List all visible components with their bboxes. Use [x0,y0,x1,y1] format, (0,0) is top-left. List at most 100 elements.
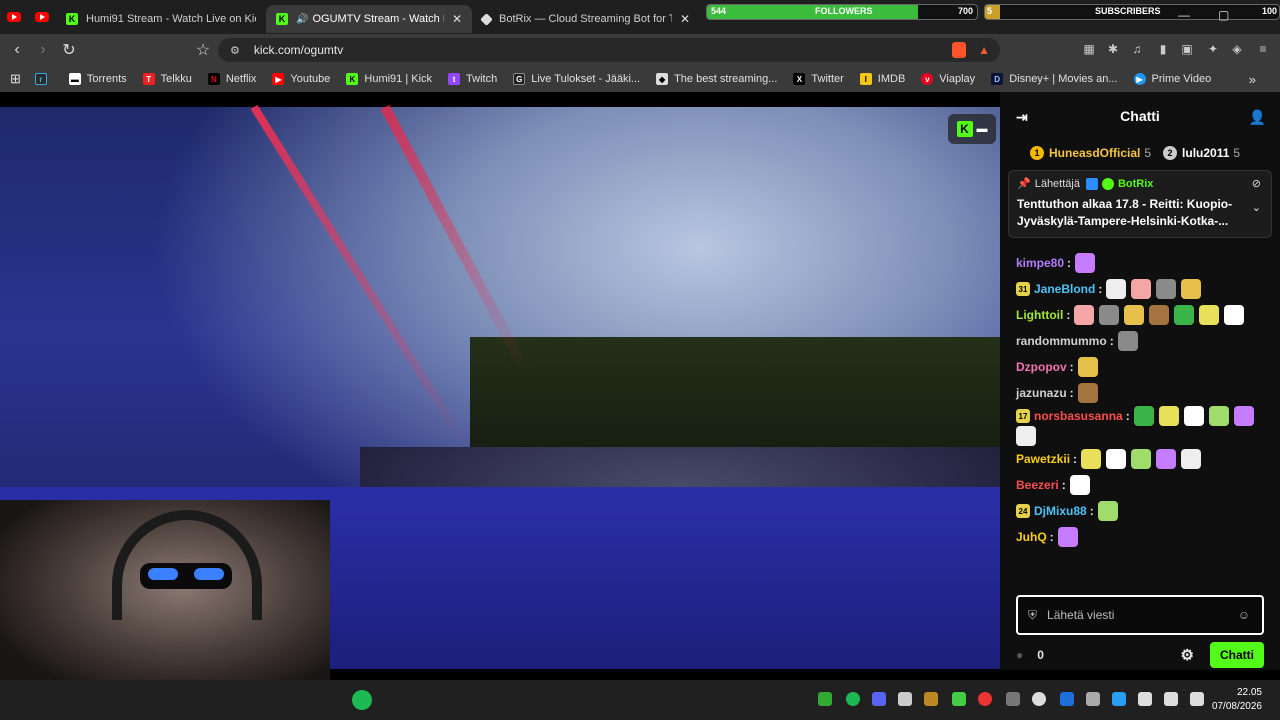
tray-app-icon[interactable] [978,692,992,706]
verified-badge-icon [1101,177,1114,190]
send-chat-button[interactable]: Chatti [1210,642,1264,668]
bookmark-icon[interactable]: ☆ [190,40,216,60]
tray-app-icon[interactable] [1086,692,1100,706]
chat-username[interactable]: Beezeri [1016,478,1059,492]
tab-botrix[interactable]: BotRix — Cloud Streaming Bot for Tw ✕ [472,5,700,33]
chat-emote [1074,305,1095,325]
chat-message: 17 norsbasusanna: [1016,406,1272,446]
tray-discord-icon[interactable] [872,692,886,706]
tab-ogumtv[interactable]: K 🔊 OGUMTV Stream - Watch Live ✕ [266,5,472,33]
menu-icon[interactable]: ≡ [1256,42,1270,56]
more-bookmarks-icon[interactable]: » [1249,72,1256,87]
microphone-icon[interactable] [1138,692,1152,706]
bookmark-live-tulokset[interactable]: G Live Tulokset - Jääki... [513,73,640,85]
apps-icon[interactable]: ⊞ [10,71,21,87]
site-info-icon[interactable]: ⚙ [230,44,240,57]
bookmark-humi91[interactable]: K Humi91 | Kick [346,73,432,85]
emoji-icon[interactable]: ☺ [1238,608,1250,622]
expand-pin-icon[interactable]: ⌄ [1252,201,1261,214]
prime-video-icon: ▶ [1133,73,1146,85]
hide-pin-icon[interactable]: ⊘ [1252,177,1261,190]
users-icon[interactable]: 👤 [1249,109,1266,126]
collapse-chat-icon[interactable]: ⇥ [1016,109,1028,126]
tray-cloud-icon[interactable] [898,692,912,706]
brave-shield-icon[interactable] [952,42,966,58]
bookmark-viaplay[interactable]: v Viaplay [921,73,975,85]
chat-colon: : [1125,409,1130,423]
forward-icon[interactable]: › [30,41,56,59]
reload-icon[interactable]: ↻ [56,40,82,60]
subscribers-label: SUBSCRIBERS [1095,6,1161,16]
bookmark-streaming[interactable]: ◆ The best streaming... [656,73,777,85]
system-clock[interactable]: 22.05 07/08/2026 [1212,686,1262,714]
tray-app-icon[interactable] [1006,692,1020,706]
url-text[interactable]: kick.com/ogumtv [254,43,343,57]
battery-icon[interactable] [1190,692,1204,706]
bluetooth-icon[interactable] [1060,692,1074,706]
leo-icon[interactable]: ✦ [1206,42,1220,56]
bookmark-prime-video[interactable]: ▶ Prime Video [1133,73,1211,85]
viaplay-icon: v [921,73,934,85]
sidebar-icon[interactable]: ▮ [1156,42,1170,56]
tray-app-icon[interactable] [818,692,832,706]
pin-icon: 📌 [1017,178,1031,190]
chat-message: 31 JaneBlond: [1016,276,1272,302]
volume-icon[interactable] [1164,692,1178,706]
bookmark-telkku[interactable]: T Telkku [142,73,192,85]
chat-username[interactable]: Dzpopov [1016,360,1067,374]
bookmark-torrents[interactable]: ▬ Torrents [68,73,127,85]
close-tab-icon[interactable]: ✕ [680,12,690,26]
vpn-icon[interactable]: ◈ [1230,42,1244,56]
chat-username[interactable]: kimpe80 [1016,256,1064,270]
tray-play-icon[interactable] [952,692,966,706]
chat-username[interactable]: Pawetzkii [1016,452,1070,466]
bookmark-icon-only[interactable]: r [34,73,53,85]
kick-icon: K [66,13,78,25]
tray-app-icon[interactable] [1032,692,1046,706]
leader-2[interactable]: 2 lulu2011 5 [1163,146,1240,160]
pinned-message[interactable]: 📌 Lähettäjä BotRix ⊘ Tenttuthon alkaa 17… [1008,170,1272,238]
tray-spotify-icon[interactable] [846,692,860,706]
chat-emote [1233,406,1254,426]
bookmark-twitch[interactable]: t Twitch [448,73,497,85]
close-tab-icon[interactable]: ✕ [452,12,462,26]
telkku-icon: T [142,73,155,85]
pinned-tab-youtube-1[interactable] [0,0,28,34]
bookmark-disney[interactable]: D Disney+ | Movies an... [991,73,1118,85]
subscribers-current: 5 [987,6,993,16]
chat-emote [1149,305,1170,325]
extension-icon[interactable]: ▦ [1082,42,1096,56]
moderator-badge-icon [1085,177,1098,190]
clock-date: 07/08/2026 [1211,701,1262,712]
chat-username[interactable]: JaneBlond [1034,282,1095,296]
chat-username[interactable]: JuhQ [1016,530,1047,544]
spotify-icon[interactable] [352,690,372,710]
bookmark-imdb[interactable]: I IMDB [859,73,905,85]
wallet-icon[interactable]: ▣ [1180,42,1194,56]
chat-message: Dzpopov: [1016,354,1272,380]
tray-app-icon[interactable] [1112,692,1126,706]
chat-username[interactable]: DjMixu88 [1034,504,1087,518]
bookmark-twitter[interactable]: X Twitter [793,73,844,85]
kick-logo-icon: K ▬ [948,114,996,144]
tab-humi91[interactable]: K Humi91 Stream - Watch Live on Kick [56,5,266,33]
music-icon[interactable]: ♫ [1130,42,1144,56]
bookmark-label: Viaplay [939,73,976,85]
puzzle-icon[interactable]: ✱ [1106,42,1120,56]
minimize-icon[interactable]: — [1178,8,1190,22]
tray-app-icon[interactable] [924,692,938,706]
back-icon[interactable]: ‹ [4,41,30,59]
url-bar[interactable]: ⚙ kick.com/ogumtv ▲ [218,38,1000,62]
pinned-tab-youtube-2[interactable] [28,0,56,34]
chat-username[interactable]: randommummo [1016,334,1107,348]
rewards-icon[interactable]: ▲ [978,43,990,57]
bookmark-netflix[interactable]: N Netflix [207,73,256,85]
bookmark-youtube[interactable]: ▶ Youtube [272,73,330,85]
chat-username[interactable]: Lighttoil [1016,308,1063,322]
chat-username[interactable]: norsbasusanna [1034,409,1123,423]
chat-settings-icon[interactable]: ⚙ [1181,646,1194,664]
chat-username[interactable]: jazunazu [1016,386,1067,400]
leader-1[interactable]: 1 HuneasdOfficial 5 [1030,146,1151,160]
chat-input[interactable]: ⛨ Lähetä viesti ☺ [1016,595,1264,635]
maximize-icon[interactable]: ▢ [1218,8,1229,22]
